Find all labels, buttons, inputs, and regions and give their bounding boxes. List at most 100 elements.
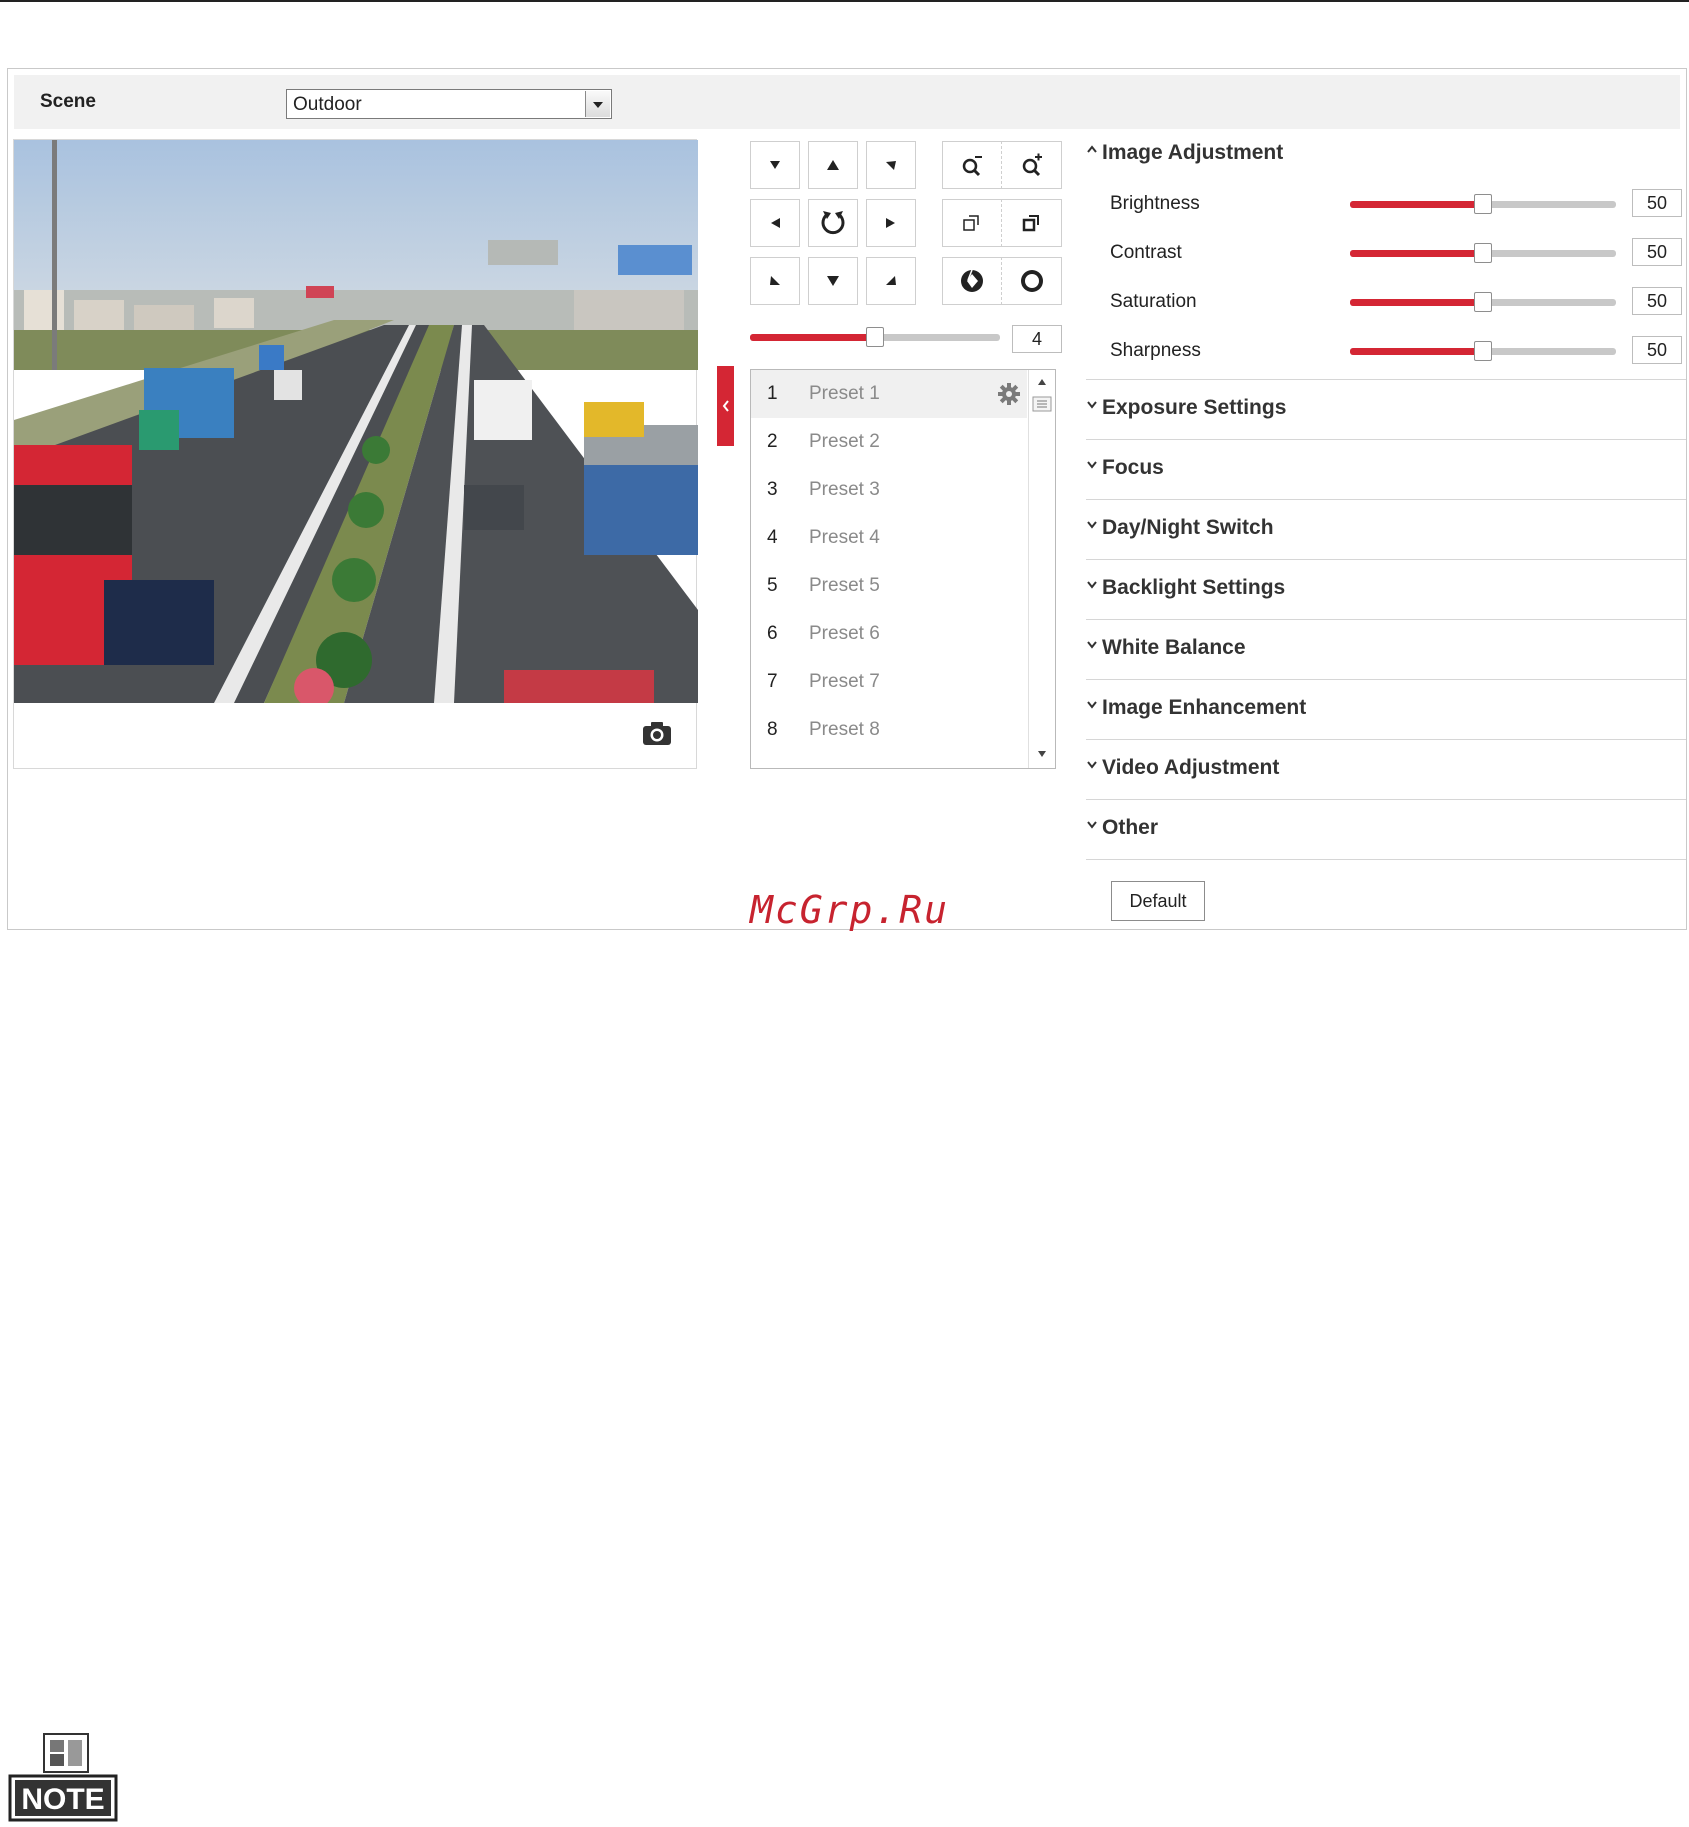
ptz-up-right-icon bbox=[886, 161, 896, 170]
preset-item[interactable]: 7 Preset 7 bbox=[751, 658, 1027, 706]
section-title: Image Adjustment bbox=[1102, 141, 1284, 164]
chevron-down-icon bbox=[1087, 521, 1097, 529]
ptz-down-left-button[interactable] bbox=[750, 257, 800, 305]
ptz-up-button[interactable] bbox=[808, 141, 858, 189]
ptz-right-button[interactable] bbox=[866, 199, 916, 247]
section-exposure-settings[interactable]: Exposure Settings bbox=[1086, 379, 1686, 439]
ptz-up-left-button[interactable] bbox=[750, 141, 800, 189]
section-day-night-switch[interactable]: Day/Night Switch bbox=[1086, 499, 1686, 559]
sharpness-slider[interactable] bbox=[1350, 341, 1616, 361]
preset-item[interactable]: 2 Preset 2 bbox=[751, 418, 1027, 466]
section-video-adjustment[interactable]: Video Adjustment bbox=[1086, 739, 1686, 799]
live-video[interactable] bbox=[14, 140, 698, 703]
preset-number: 4 bbox=[767, 527, 778, 548]
preset-item[interactable]: 5 Preset 5 bbox=[751, 562, 1027, 610]
collapse-ptz-tab[interactable] bbox=[717, 366, 734, 446]
contrast-value[interactable]: 50 bbox=[1632, 238, 1682, 266]
gear-icon[interactable] bbox=[997, 382, 1021, 406]
preset-list: 1 Preset 1 2 Preset 2 3 Preset 3 4 Prese… bbox=[750, 369, 1056, 769]
slider-fill bbox=[750, 334, 875, 341]
section-title: Backlight Settings bbox=[1102, 576, 1286, 599]
section-white-balance[interactable]: White Balance bbox=[1086, 619, 1686, 679]
default-button[interactable]: Default bbox=[1111, 881, 1205, 921]
sharpness-value[interactable]: 50 bbox=[1632, 336, 1682, 364]
scroll-up-icon[interactable] bbox=[1037, 378, 1047, 386]
zoom-in-button[interactable] bbox=[1002, 141, 1062, 189]
contrast-slider[interactable] bbox=[1350, 243, 1616, 263]
preset-number: 6 bbox=[767, 623, 778, 644]
brightness-slider[interactable] bbox=[1350, 194, 1616, 214]
saturation-slider[interactable] bbox=[1350, 292, 1616, 312]
section-other[interactable]: Other bbox=[1086, 799, 1686, 859]
watermark-text: McGrp.Ru bbox=[750, 888, 950, 932]
note-icon: NOTE bbox=[8, 1732, 118, 1822]
top-rule bbox=[0, 0, 1689, 2]
section-title: Video Adjustment bbox=[1102, 756, 1280, 779]
ptz-up-icon bbox=[827, 160, 839, 170]
scroll-thumb-icon[interactable] bbox=[1032, 396, 1052, 412]
section-image-adjustment[interactable]: Image Adjustment bbox=[1086, 139, 1686, 173]
ptz-auto-rotate-button[interactable] bbox=[808, 199, 858, 247]
camera-icon[interactable] bbox=[642, 720, 672, 746]
ptz-left-icon bbox=[771, 218, 780, 228]
note-graphic: NOTE bbox=[8, 1733, 118, 1822]
ptz-up-right-button[interactable] bbox=[866, 141, 916, 189]
section-title: Focus bbox=[1102, 456, 1164, 479]
preset-item[interactable]: 6 Preset 6 bbox=[751, 610, 1027, 658]
scene-select[interactable]: Outdoor bbox=[286, 89, 612, 119]
preset-name: Preset 8 bbox=[809, 719, 880, 740]
chevron-left-icon bbox=[722, 400, 729, 412]
preset-item[interactable]: 8 Preset 8 bbox=[751, 706, 1027, 754]
ptz-left-button[interactable] bbox=[750, 199, 800, 247]
scroll-down-icon[interactable] bbox=[1037, 750, 1047, 758]
slider-fill bbox=[1350, 201, 1483, 208]
section-title: Image Enhancement bbox=[1102, 696, 1307, 719]
preset-name: Preset 7 bbox=[809, 671, 880, 692]
slider-thumb[interactable] bbox=[1474, 194, 1492, 214]
sharpness-label: Sharpness bbox=[1110, 340, 1201, 361]
section-image-enhancement[interactable]: Image Enhancement bbox=[1086, 679, 1686, 739]
preset-name: Preset 6 bbox=[809, 623, 880, 644]
focus-far-button[interactable] bbox=[1002, 199, 1062, 247]
preset-number: 7 bbox=[767, 671, 778, 692]
ptz-down-right-button[interactable] bbox=[866, 257, 916, 305]
preset-number: 8 bbox=[767, 719, 778, 740]
chevron-up-icon bbox=[1087, 145, 1097, 153]
preset-number: 2 bbox=[767, 431, 778, 452]
slider-thumb[interactable] bbox=[866, 327, 884, 347]
chevron-down-icon bbox=[1087, 761, 1097, 769]
slider-thumb[interactable] bbox=[1474, 292, 1492, 312]
focus-near-button[interactable] bbox=[942, 199, 1002, 247]
section-title: Day/Night Switch bbox=[1102, 516, 1274, 539]
section-backlight-settings[interactable]: Backlight Settings bbox=[1086, 559, 1686, 619]
chevron-down-icon bbox=[1087, 701, 1097, 709]
chevron-down-icon bbox=[1087, 821, 1097, 829]
preset-scrollbar[interactable] bbox=[1028, 370, 1055, 768]
scene-bar: Scene Outdoor bbox=[14, 75, 1680, 129]
section-focus[interactable]: Focus bbox=[1086, 439, 1686, 499]
chevron-down-icon[interactable] bbox=[585, 91, 610, 117]
preset-name: Preset 2 bbox=[809, 431, 880, 452]
ptz-speed-value[interactable]: 4 bbox=[1012, 325, 1062, 353]
section-title: Exposure Settings bbox=[1102, 396, 1287, 419]
slider-thumb[interactable] bbox=[1474, 243, 1492, 263]
chevron-down-icon bbox=[1087, 581, 1097, 589]
ptz-speed-slider[interactable] bbox=[750, 327, 1000, 347]
preset-number: 5 bbox=[767, 575, 778, 596]
preset-item[interactable]: 3 Preset 3 bbox=[751, 466, 1027, 514]
iris-close-button[interactable] bbox=[942, 257, 1002, 305]
ptz-up-left-icon bbox=[770, 161, 780, 169]
ptz-auto-rotate-icon bbox=[821, 211, 845, 235]
zoom-out-button[interactable] bbox=[942, 141, 1002, 189]
brightness-value[interactable]: 50 bbox=[1632, 189, 1682, 217]
preset-item[interactable]: 4 Preset 4 bbox=[751, 514, 1027, 562]
preset-item[interactable]: 1 Preset 1 bbox=[751, 370, 1027, 418]
ptz-down-button[interactable] bbox=[808, 257, 858, 305]
slider-thumb[interactable] bbox=[1474, 341, 1492, 361]
sharpness-row: Sharpness 50 bbox=[1110, 334, 1688, 366]
saturation-value[interactable]: 50 bbox=[1632, 287, 1682, 315]
iris-open-button[interactable] bbox=[1002, 257, 1062, 305]
image-settings-panel: Scene Outdoor 4 1 Preset 1 2 Preset 2 3 … bbox=[7, 68, 1687, 930]
note-label: NOTE bbox=[21, 1783, 104, 1816]
ptz-direction-pad bbox=[750, 141, 916, 307]
